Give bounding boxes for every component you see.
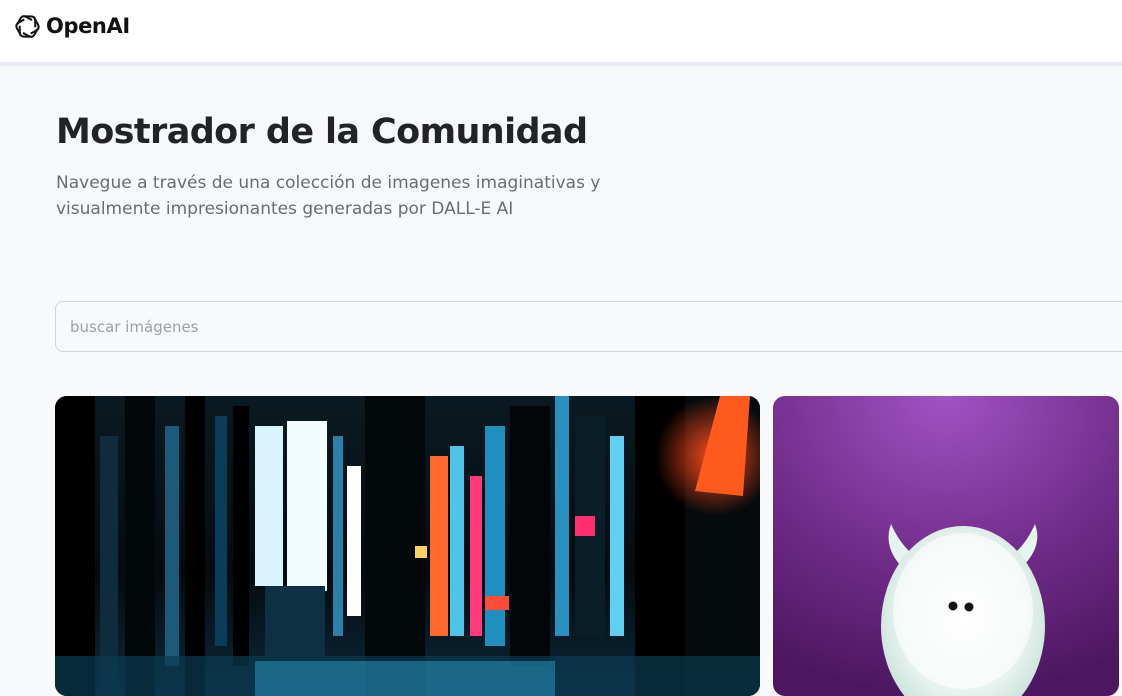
- monster-image: [773, 396, 1119, 696]
- page-subtitle: Navegue a través de una colección de ima…: [56, 173, 601, 219]
- openai-logo[interactable]: OpenAI: [12, 11, 130, 41]
- top-navbar: OpenAI: [0, 0, 1122, 66]
- openai-logo-icon: [12, 11, 43, 42]
- logo-text: OpenAI: [46, 14, 130, 38]
- city-street-image: [55, 396, 760, 696]
- gallery-card-monster[interactable]: [773, 396, 1119, 696]
- search-input[interactable]: [55, 301, 1122, 352]
- page-title: Mostrador de la Comunidad: [56, 112, 588, 152]
- gallery-card-city[interactable]: [55, 396, 760, 696]
- main-content: Mostrador de la Comunidad Navegue a trav…: [0, 70, 1122, 696]
